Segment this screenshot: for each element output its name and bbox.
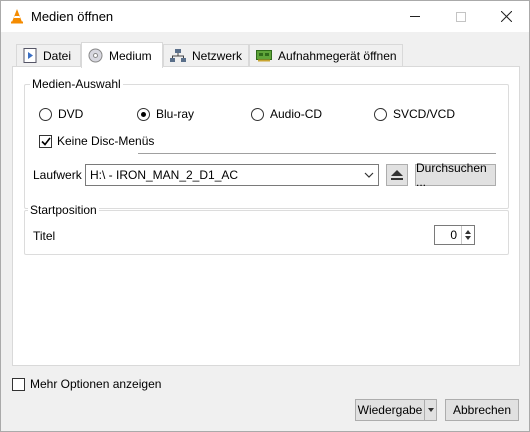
tab-network[interactable]: Netzwerk	[163, 44, 249, 66]
open-media-dialog: Medien öffnen Datei Medium Netzwerk Aufn…	[0, 0, 530, 432]
play-button[interactable]: Wiedergabe	[355, 399, 425, 421]
browse-button-label: Durchsuchen ...	[416, 161, 487, 189]
window-title: Medien öffnen	[31, 9, 114, 24]
cancel-button-label: Abbrechen	[452, 403, 512, 417]
no-disc-menus-label: Keine Disc-Menüs	[57, 134, 155, 148]
vlc-cone-icon	[11, 9, 23, 24]
radio-audio-cd-label: Audio-CD	[270, 107, 323, 121]
drive-label: Laufwerk	[33, 168, 82, 182]
chevron-down-icon	[427, 408, 434, 412]
maximize-icon	[456, 11, 466, 22]
file-icon	[23, 48, 37, 63]
more-options-box	[12, 377, 25, 391]
more-options-label: Mehr Optionen anzeigen	[30, 377, 162, 391]
spin-down-icon[interactable]	[465, 236, 471, 240]
more-options-checkbox[interactable]: Mehr Optionen anzeigen	[12, 376, 161, 392]
title-bar: Medien öffnen	[1, 1, 529, 32]
network-icon	[170, 48, 186, 62]
chevron-down-icon	[364, 172, 374, 178]
radio-dvd-label: DVD	[58, 107, 84, 121]
drive-select[interactable]: H:\ - IRON_MAN_2_D1_AC	[85, 164, 379, 186]
radio-dvd-circle	[39, 107, 52, 121]
radio-bluray-label: Blu-ray	[156, 107, 195, 121]
disc-icon	[88, 48, 103, 63]
tab-capture-device-label: Aufnahmegerät öffnen	[278, 48, 397, 63]
start-position-label: Startposition	[28, 203, 99, 217]
close-icon	[500, 11, 512, 22]
maximize-button[interactable]	[438, 1, 484, 32]
tab-network-label: Netzwerk	[192, 48, 243, 63]
browse-button[interactable]: Durchsuchen ...	[415, 161, 496, 189]
no-disc-menus-box	[39, 134, 52, 148]
minimize-button[interactable]	[392, 1, 438, 32]
no-disc-menus-checkbox[interactable]: Keine Disc-Menüs	[39, 133, 154, 149]
spin-arrows[interactable]	[461, 226, 474, 244]
eject-button[interactable]	[386, 164, 408, 186]
title-spinbox[interactable]: 0	[434, 225, 475, 245]
tab-disc-label: Medium	[109, 48, 152, 63]
checkmark-icon	[40, 137, 51, 146]
capture-card-icon	[256, 50, 272, 62]
radio-svcd-vcd[interactable]: SVCD/VCD	[374, 106, 455, 122]
radio-svcd-vcd-label: SVCD/VCD	[393, 107, 456, 121]
drive-select-value: H:\ - IRON_MAN_2_D1_AC	[90, 168, 239, 182]
radio-audio-cd[interactable]: Audio-CD	[251, 106, 322, 122]
title-label: Titel	[33, 229, 56, 243]
play-dropdown-button[interactable]	[424, 399, 437, 421]
eject-icon	[391, 170, 403, 180]
tab-file-label: Datei	[43, 48, 72, 63]
separator	[138, 153, 496, 154]
radio-audio-cd-circle	[251, 107, 264, 121]
tab-file[interactable]: Datei	[16, 44, 81, 66]
radio-dvd[interactable]: DVD	[39, 106, 83, 122]
tab-capture-device[interactable]: Aufnahmegerät öffnen	[249, 44, 403, 66]
minimize-icon	[410, 16, 420, 17]
media-selection-label: Medien-Auswahl	[30, 77, 123, 91]
disc-tab-panel: Medien-Auswahl DVD Blu-ray Audio-CD SVCD…	[12, 66, 520, 366]
radio-bluray-circle	[137, 107, 150, 121]
title-spinbox-value: 0	[450, 228, 457, 242]
close-button[interactable]	[483, 1, 529, 32]
cancel-button[interactable]: Abbrechen	[445, 399, 519, 421]
radio-svcd-vcd-circle	[374, 107, 387, 121]
play-button-label: Wiedergabe	[357, 403, 423, 417]
tab-disc[interactable]: Medium	[81, 42, 163, 68]
spin-up-icon[interactable]	[465, 230, 471, 234]
radio-bluray[interactable]: Blu-ray	[137, 106, 194, 122]
